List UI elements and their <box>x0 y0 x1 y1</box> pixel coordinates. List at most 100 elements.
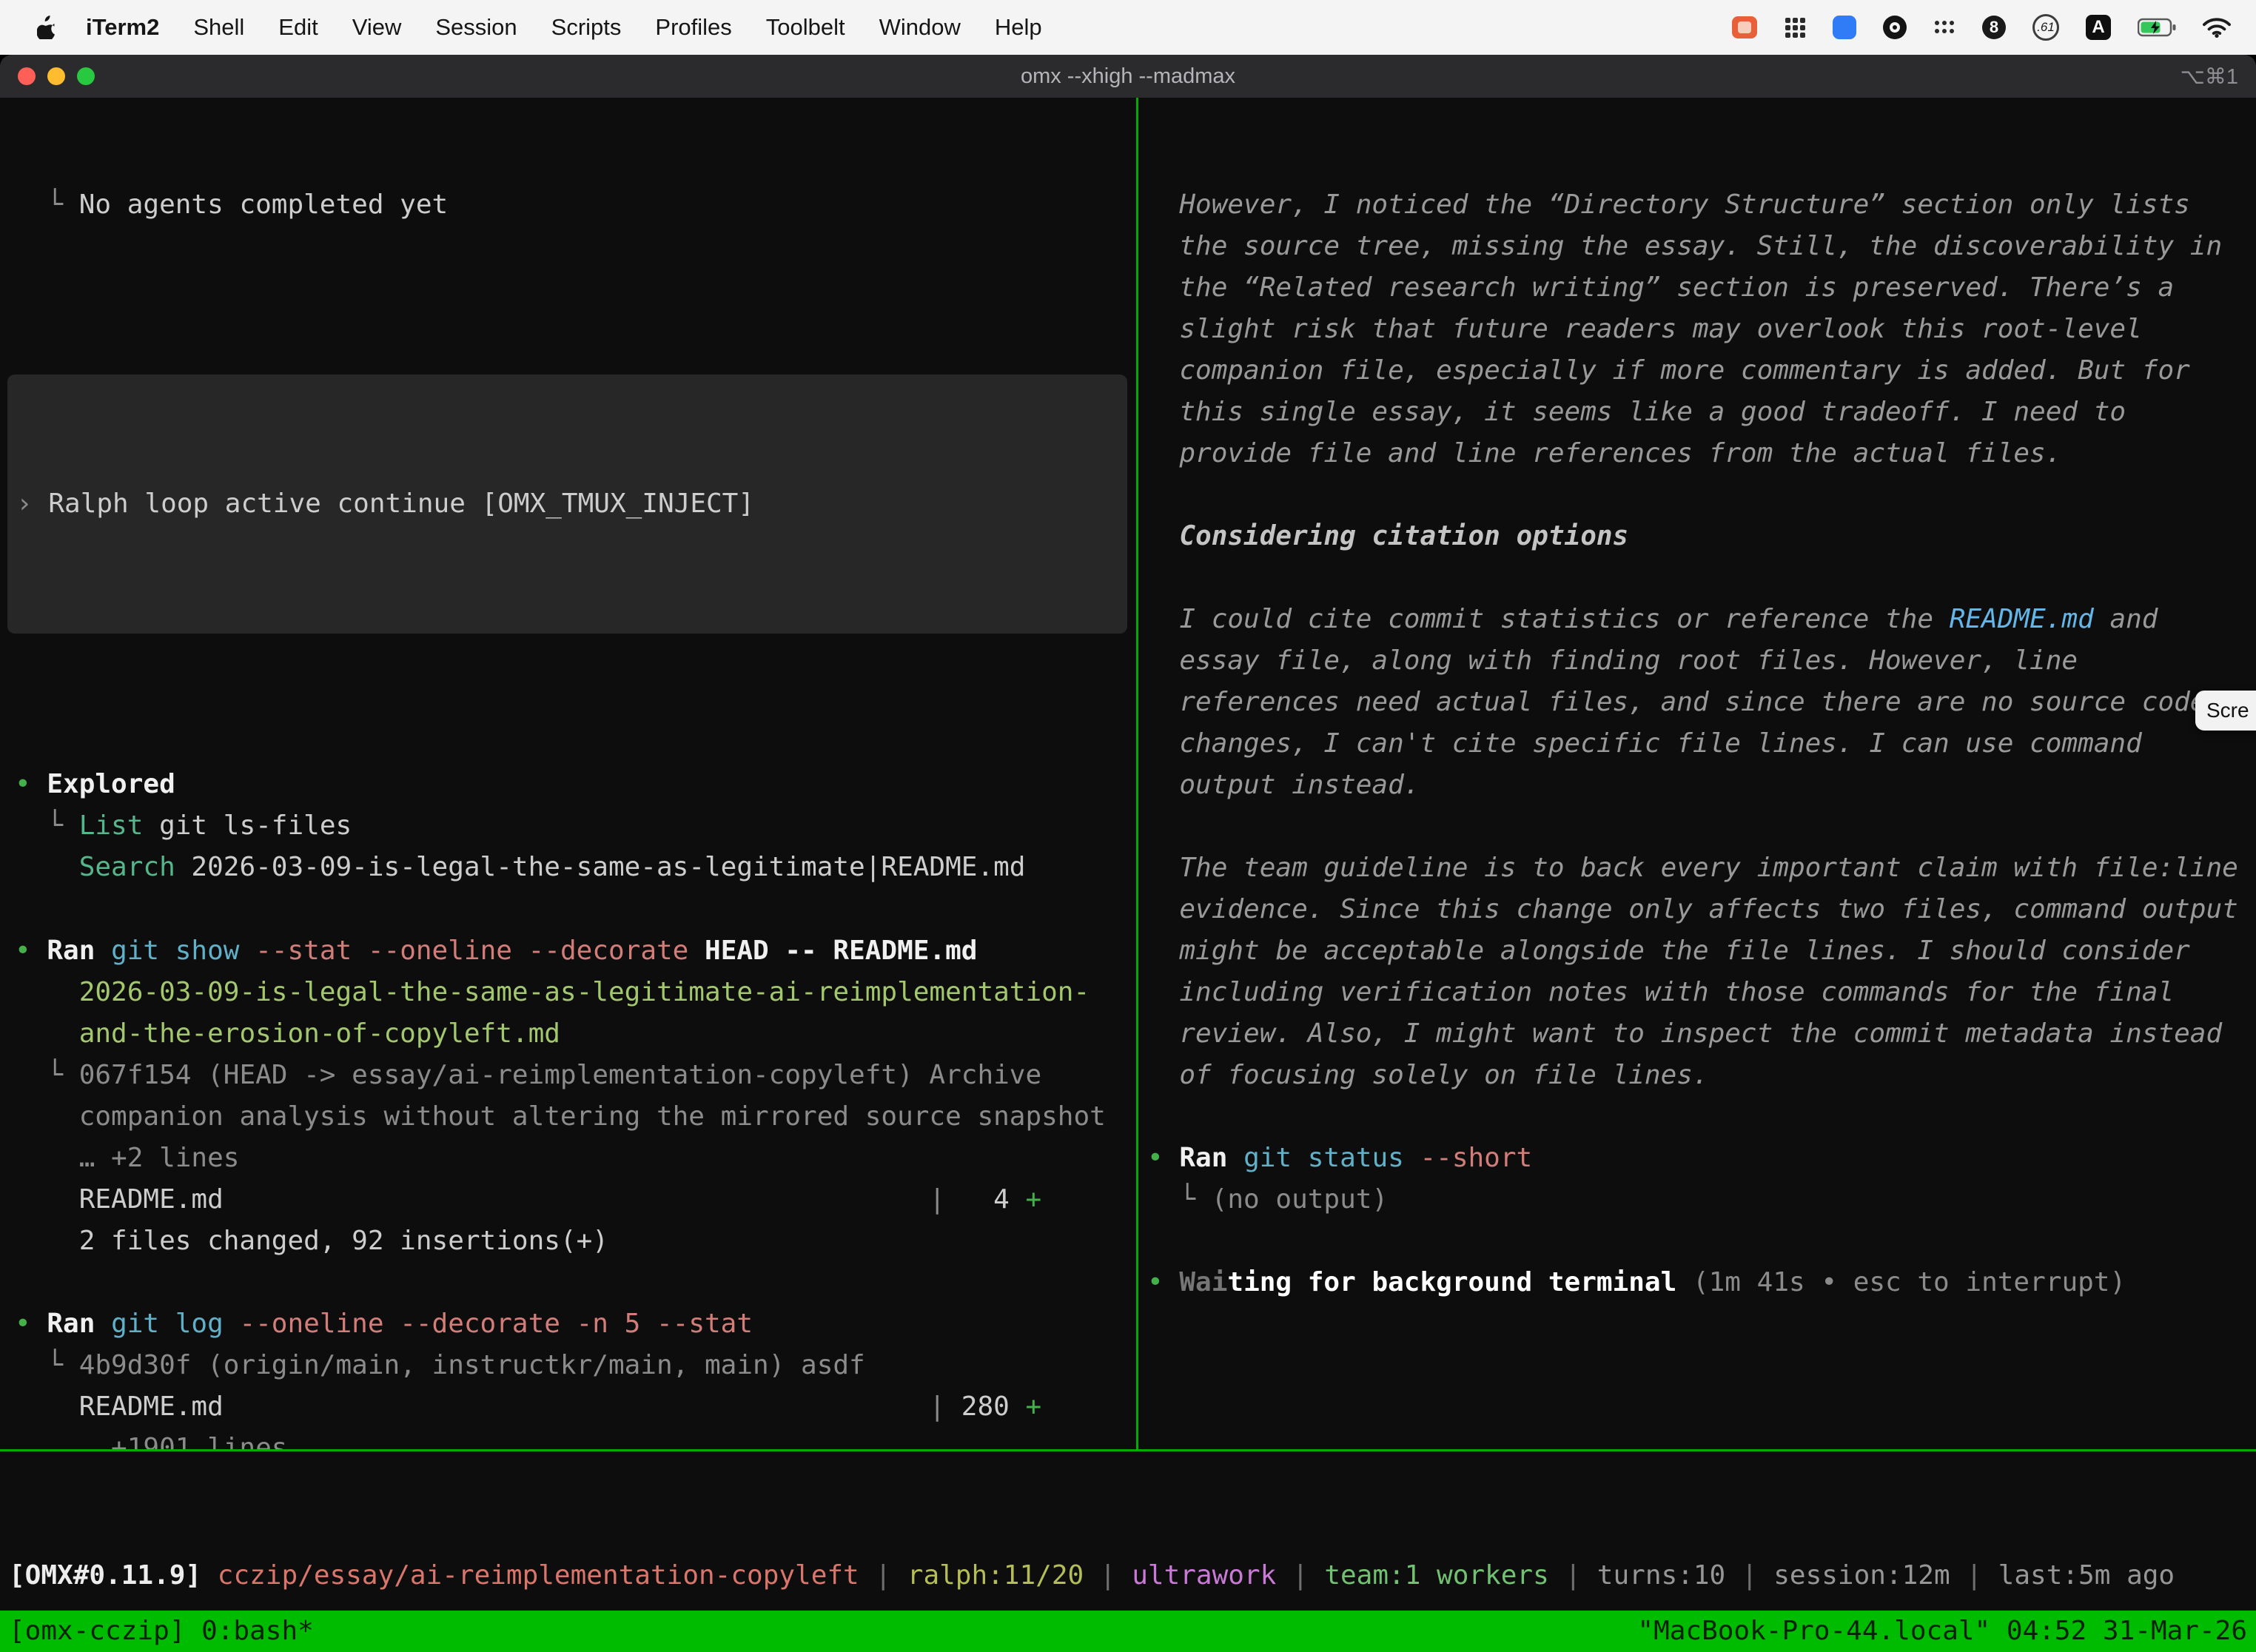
menu-item-toolbelt[interactable]: Toolbelt <box>749 14 862 41</box>
screen-overlay-button[interactable]: Scre <box>2195 691 2256 731</box>
text-segment: (no output) <box>1212 1184 1388 1215</box>
text-segment: git log <box>111 1309 239 1339</box>
terminal-line: └ List git ls-files <box>15 805 1136 847</box>
apple-menu[interactable] <box>21 16 73 39</box>
tmux-pane-left[interactable]: └ No agents completed yet › Ralph loop a… <box>0 98 1138 1449</box>
text-segment: essay file, along with finding root file… <box>1147 645 2078 676</box>
text-segment: --stat --oneline --decorate <box>255 936 705 966</box>
zoom-button[interactable] <box>77 67 95 85</box>
terminal-line: Considering citation options <box>1147 516 2256 557</box>
terminal-line: … +2 lines <box>15 1138 1136 1179</box>
text-segment: Ralph loop active continue [OMX_TMUX_INJ… <box>48 488 754 519</box>
menu-item-profiles[interactable]: Profiles <box>638 14 748 41</box>
terminal-line: • Waiting for background terminal (1m 41… <box>1147 1262 2256 1303</box>
app-grid-icon[interactable] <box>1784 11 1806 44</box>
text-segment: turns:10 <box>1597 1560 1725 1591</box>
terminal-line: README.md | 280 + <box>15 1386 1136 1428</box>
dots-menu-icon[interactable] <box>1933 11 1955 44</box>
window-shortcut-hint: ⌥⌘1 <box>2180 64 2238 90</box>
text-segment: 2026-03-09-is-legal-the-same-as-legitima… <box>79 977 1090 1007</box>
dark-disc-icon[interactable] <box>1883 16 1907 39</box>
omx-status-pane: [OMX#0.11.9] cczip/essay/ai-reimplementa… <box>0 1449 2256 1611</box>
terminal-line: and-the-erosion-of-copyleft.md <box>15 1013 1136 1055</box>
terminal-line: └ 067f154 (HEAD -> essay/ai-reimplementa… <box>15 1055 1136 1096</box>
menu-item-iterm2[interactable]: iTerm2 <box>73 14 176 41</box>
input-source-icon[interactable]: A <box>2086 15 2111 40</box>
text-segment: 4 <box>945 1184 1025 1215</box>
terminal-line: └ No agents completed yet <box>15 184 1136 226</box>
menu-item-help[interactable]: Help <box>978 14 1059 41</box>
text-segment: 2026-03-09-is-legal-the-same-as-legitima… <box>175 852 1026 882</box>
text-segment: Ran <box>47 936 111 966</box>
text-segment: ting for background terminal <box>1227 1267 1676 1297</box>
terminal-line: › Ralph loop active continue [OMX_TMUX_I… <box>16 483 1127 525</box>
text-segment: might be acceptable alongside the file l… <box>1147 936 2190 966</box>
wifi-icon[interactable] <box>2203 11 2231 44</box>
text-segment: └ <box>15 1350 79 1380</box>
terminal-line: changes, I can't cite specific file line… <box>1147 723 2256 765</box>
terminal-line: the “Related research writing” section i… <box>1147 267 2256 309</box>
tmux-pane-right[interactable]: However, I noticed the “Directory Struct… <box>1138 98 2256 1449</box>
terminal-line: slight risk that future readers may over… <box>1147 309 2256 350</box>
terminal-line: 2026-03-09-is-legal-the-same-as-legitima… <box>15 972 1136 1013</box>
text-segment: └ <box>1147 1184 1212 1215</box>
text-segment: this single essay, it seems like a good … <box>1147 397 2126 427</box>
terminal-line: • Ran git status --short <box>1147 1138 2256 1179</box>
terminal-line: However, I noticed the “Directory Struct… <box>1147 184 2256 226</box>
screen-recording-icon[interactable] <box>1732 16 1757 38</box>
text-segment: • <box>15 936 47 966</box>
battery-percent-icon[interactable]: .61 <box>2032 14 2059 41</box>
terminal-line: this single essay, it seems like a good … <box>1147 392 2256 433</box>
terminal-line: including verification notes with those … <box>1147 972 2256 1013</box>
terminal-output: › Ralph loop active continue [OMX_TMUX_I… <box>16 483 1127 525</box>
text-segment: --short <box>1420 1143 1532 1173</box>
menu-bar-left: iTerm2 Shell Edit View Session Scripts P… <box>21 14 1059 41</box>
menu-item-session[interactable]: Session <box>418 14 534 41</box>
terminal-line: Search 2026-03-09-is-legal-the-same-as-l… <box>15 847 1136 888</box>
text-segment: companion analysis without altering the … <box>79 1101 1106 1132</box>
terminal-line: provide file and line references from th… <box>1147 433 2256 474</box>
raycast-icon[interactable] <box>1833 16 1856 39</box>
terminal-line: evidence. Since this change only affects… <box>1147 889 2256 930</box>
text-segment: of focusing solely on file lines. <box>1147 1060 1709 1090</box>
terminal-line: [OMX#0.11.9] cczip/essay/ai-reimplementa… <box>9 1555 2256 1596</box>
omx-status-line: [OMX#0.11.9] cczip/essay/ai-reimplementa… <box>9 1555 2256 1596</box>
battery-icon[interactable] <box>2138 11 2176 44</box>
text-segment: List <box>79 810 144 841</box>
traffic-lights <box>18 67 95 85</box>
terminal-window: └ No agents completed yet › Ralph loop a… <box>0 98 2256 1652</box>
terminal-line: └ 4b9d30f (origin/main, instructkr/main,… <box>15 1345 1136 1386</box>
text-segment: companion file, especially if more comme… <box>1147 355 2190 386</box>
text-segment: the “Related research writing” section i… <box>1147 272 2174 303</box>
text-segment <box>1676 1267 1693 1297</box>
text-segment: output instead. <box>1147 770 1420 800</box>
terminal-line: • Ran git show --stat --oneline --decora… <box>15 930 1136 972</box>
eight-ball-icon[interactable]: 8 <box>1982 16 2006 39</box>
text-segment: and-the-erosion-of-copyleft.md <box>79 1018 560 1049</box>
minimize-button[interactable] <box>47 67 65 85</box>
text-segment <box>15 1101 79 1132</box>
text-segment: └ <box>15 1060 79 1090</box>
menu-item-scripts[interactable]: Scripts <box>534 14 639 41</box>
apple-icon <box>37 16 56 39</box>
menu-item-window[interactable]: Window <box>862 14 978 41</box>
text-segment: --oneline --decorate -n 5 --stat <box>239 1309 753 1339</box>
terminal-line: … +1901 lines <box>15 1428 1136 1449</box>
close-button[interactable] <box>18 67 36 85</box>
text-segment: 2 files changed, 92 insertions(+) <box>15 1226 608 1256</box>
text-segment: team:1 workers <box>1324 1560 1548 1591</box>
text-segment: last:5m ago <box>1998 1560 2175 1591</box>
terminal-line: The team guideline is to back every impo… <box>1147 847 2256 889</box>
terminal-line: output instead. <box>1147 765 2256 806</box>
terminal-line: review. Also, I might want to inspect th… <box>1147 1013 2256 1055</box>
text-segment: changes, I can't cite specific file line… <box>1147 728 2142 759</box>
menu-item-shell[interactable]: Shell <box>176 14 261 41</box>
menu-item-view[interactable]: View <box>335 14 419 41</box>
tmux-host-clock-label: "MacBook-Pro-44.local" 04:52 31-Mar-26 <box>1637 1611 2247 1652</box>
text-segment: including verification notes with those … <box>1147 977 2174 1007</box>
text-segment: No agents completed yet <box>79 189 449 220</box>
text-segment: (1m 41s • esc to interrupt) <box>1693 1267 2126 1297</box>
menu-item-edit[interactable]: Edit <box>261 14 335 41</box>
terminal-line: might be acceptable alongside the file l… <box>1147 930 2256 972</box>
text-segment: • <box>15 769 47 799</box>
